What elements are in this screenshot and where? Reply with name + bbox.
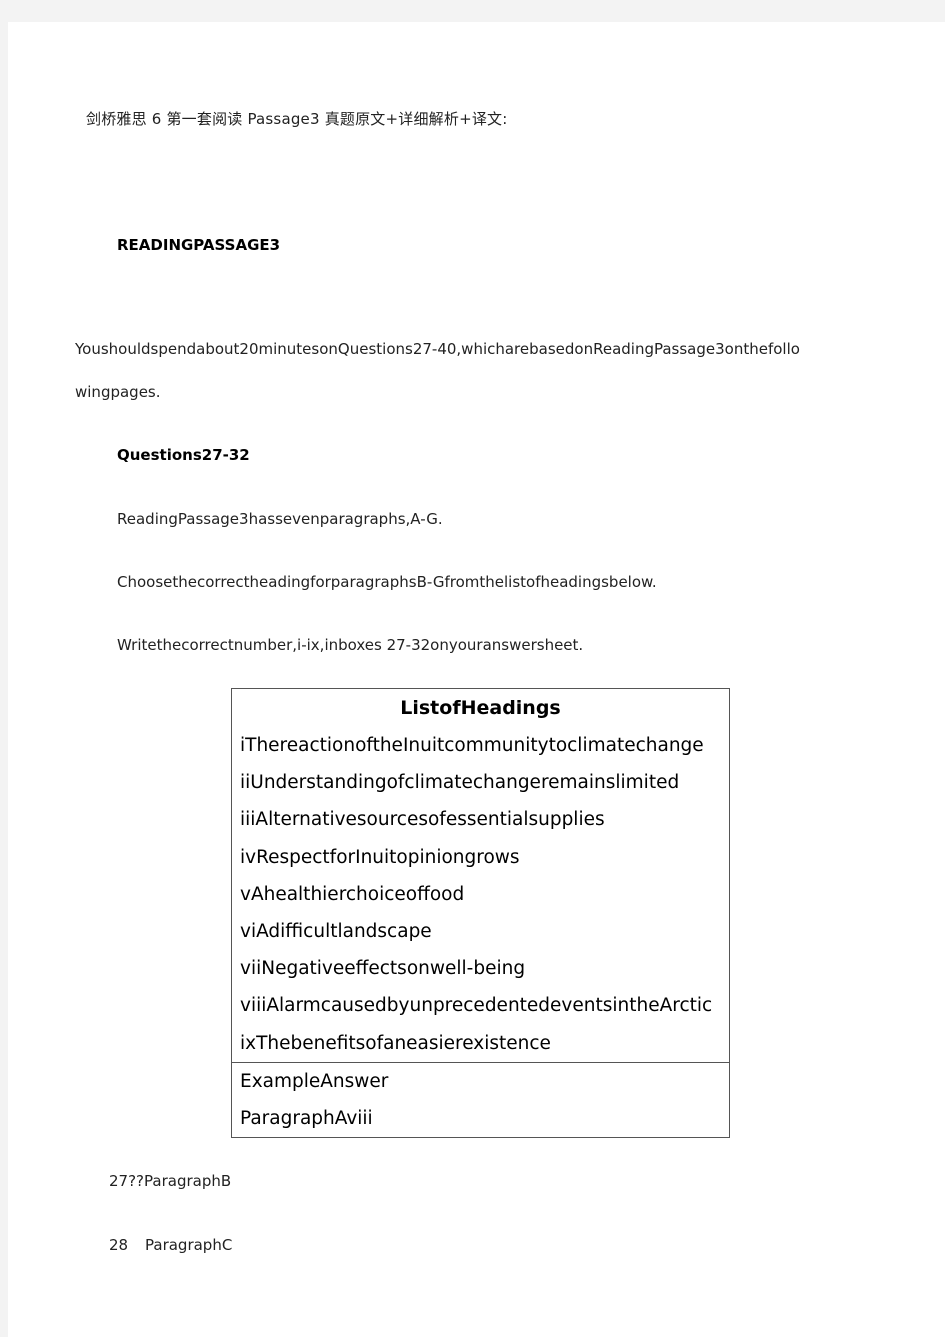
example-label: ExampleAnswer <box>240 1070 389 1092</box>
heading-item: iiUnderstandingofclimatechangeremainslim… <box>240 772 680 794</box>
heading-item: ixThebenefitsofaneasierexistence <box>240 1032 551 1054</box>
document-title: 剑桥雅思 6 第一套阅读 Passage3 真题原文+详细解析+译文: <box>86 110 508 128</box>
list-of-headings-title: ListofHeadings <box>400 697 561 719</box>
list-of-headings-box: ListofHeadings iThereactionoftheInuitcom… <box>231 688 730 1138</box>
instruction-1: ReadingPassage3hassevenparagraphs,A-G. <box>117 510 443 528</box>
section-heading: READINGPASSAGE3 <box>117 236 281 254</box>
intro-line-2: wingpages. <box>75 383 161 401</box>
document-page: 剑桥雅思 6 第一套阅读 Passage3 真题原文+详细解析+译文: READ… <box>8 22 945 1337</box>
heading-item: iiiAlternativesourcesofessentialsupplies <box>240 809 605 831</box>
question-row: 27??ParagraphB <box>109 1172 231 1190</box>
heading-item: viiNegativeeffectsonwell-being <box>240 958 526 980</box>
instruction-3: Writethecorrectnumber,i-ix,inboxes 27-32… <box>117 636 584 654</box>
question-label: ParagraphC <box>145 1236 233 1254</box>
heading-item: ivRespectforInuitopiniongrows <box>240 846 520 868</box>
example-value: ParagraphAviii <box>240 1107 373 1129</box>
heading-item: viAdifficultlandscape <box>240 920 432 942</box>
intro-line-1: Youshouldspendabout20minutesonQuestions2… <box>75 340 800 358</box>
question-label: ParagraphB <box>144 1172 232 1190</box>
instruction-2: ChoosethecorrectheadingforparagraphsB-Gf… <box>117 573 657 591</box>
question-row: 28 ParagraphC <box>109 1236 232 1254</box>
heading-item: iThereactionoftheInuitcommunitytoclimate… <box>240 735 704 756</box>
heading-item: viiiAlarmcausedbyunprecedentedeventsinth… <box>240 995 713 1017</box>
question-number: 27?? <box>109 1172 145 1190</box>
questions-heading: Questions27-32 <box>117 446 250 464</box>
heading-item: vAhealthierchoiceoffood <box>240 883 465 905</box>
question-number: 28 <box>109 1236 129 1254</box>
